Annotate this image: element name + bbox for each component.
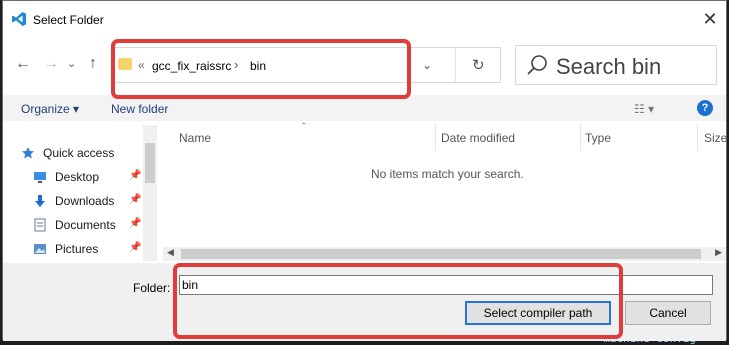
column-header-type[interactable]: Type <box>585 131 611 145</box>
recent-locations-button[interactable]: ⌄ <box>67 57 76 70</box>
download-icon <box>35 195 45 207</box>
scroll-left-icon[interactable]: ◀ <box>167 247 174 258</box>
pin-icon[interactable]: 📌 <box>129 170 141 181</box>
search-icon <box>527 55 547 75</box>
nav-item-pictures[interactable]: Pictures 📌 <box>21 239 141 259</box>
nav-item-documents[interactable]: Documents 📌 <box>21 215 141 235</box>
title-bar: Select Folder ✕ <box>3 1 726 37</box>
nav-item-desktop[interactable]: Desktop 📌 <box>21 167 141 187</box>
search-input[interactable]: Search bin <box>556 54 661 80</box>
pin-icon[interactable]: 📌 <box>129 242 141 253</box>
desktop-icon <box>34 172 46 183</box>
organize-menu[interactable]: Organize ▾ <box>21 102 79 116</box>
documents-icon <box>34 218 46 232</box>
divider <box>697 123 698 151</box>
forward-button[interactable]: → <box>43 55 59 73</box>
scroll-right-icon[interactable]: ▶ <box>715 247 722 258</box>
nav-item-label: Pictures <box>55 242 99 256</box>
back-button[interactable]: ← <box>15 55 31 73</box>
cancel-button[interactable]: Cancel <box>625 301 711 325</box>
divider <box>435 123 436 151</box>
nav-item-label: Quick access <box>43 146 115 160</box>
divider <box>580 123 581 151</box>
divider <box>455 48 456 82</box>
highlight-box-address <box>111 39 411 99</box>
help-icon[interactable]: ? <box>697 100 713 116</box>
column-header-name[interactable]: Name <box>179 131 211 145</box>
chevron-down-icon[interactable]: ⌄ <box>422 58 432 72</box>
scrollbar-thumb[interactable] <box>145 143 155 183</box>
vscode-icon <box>12 12 26 26</box>
nav-item-label: Desktop <box>55 170 100 184</box>
up-button[interactable]: ↑ <box>89 55 97 73</box>
column-header-date-modified[interactable]: Date modified <box>441 131 515 145</box>
search-box[interactable]: Search bin <box>515 45 717 85</box>
empty-message: No items match your search. <box>371 167 524 181</box>
folder-label: Folder: <box>133 281 171 295</box>
pictures-icon <box>34 244 46 254</box>
new-folder-button[interactable]: New folder <box>111 102 168 116</box>
file-list: ⌃ Name Date modified Type Size No items … <box>163 121 727 263</box>
horizontal-scrollbar[interactable]: ◀ ▶ <box>163 247 726 261</box>
star-icon <box>22 147 34 159</box>
nav-item-label: Documents <box>55 218 116 232</box>
select-folder-dialog: Select Folder ✕ ← → ⌄ ↑ « gcc_fix_raissr… <box>2 0 727 341</box>
refresh-icon[interactable]: ↻ <box>472 56 485 74</box>
nav-pane-scrollbar[interactable] <box>143 125 157 261</box>
scrollbar-thumb[interactable] <box>181 249 701 259</box>
pin-icon[interactable]: 📌 <box>129 218 141 229</box>
nav-item-downloads[interactable]: Downloads 📌 <box>21 191 141 211</box>
pin-icon[interactable]: 📌 <box>129 194 141 205</box>
view-options-icon[interactable]: ☷ ▾ <box>634 102 654 116</box>
navigation-pane: Quick access Desktop 📌 Downloads 📌 Docum… <box>3 123 159 263</box>
dialog-title: Select Folder <box>33 13 104 27</box>
nav-item-label: Downloads <box>55 194 115 208</box>
column-header-size[interactable]: Size <box>704 131 727 145</box>
sort-caret-icon: ⌃ <box>300 121 308 131</box>
nav-item-quick-access[interactable]: Quick access <box>9 143 129 163</box>
close-button[interactable]: ✕ <box>700 9 720 29</box>
highlight-box-footer <box>173 263 623 339</box>
